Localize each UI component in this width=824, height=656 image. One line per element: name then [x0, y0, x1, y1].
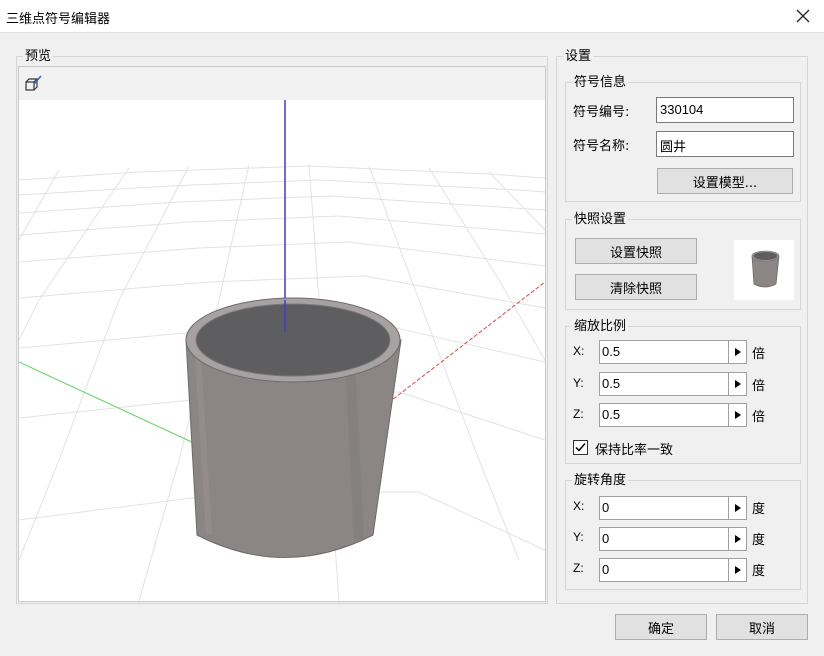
rotation-x-unit: 度	[752, 502, 766, 517]
symbol-code-label: 符号编号:	[573, 105, 630, 120]
scale-z-increment-button[interactable]	[728, 404, 746, 426]
scale-x-unit: 倍	[752, 347, 766, 362]
close-icon	[796, 9, 810, 23]
cylinder-model	[185, 297, 402, 558]
rotation-y-unit: 度	[752, 533, 766, 548]
rotation-z-spinner[interactable]: 0	[599, 558, 747, 582]
scale-x-increment-button[interactable]	[728, 341, 746, 363]
rotation-y-increment-button[interactable]	[728, 528, 746, 550]
rotation-label: 旋转角度	[572, 473, 629, 489]
triangle-right-icon	[734, 535, 741, 543]
triangle-right-icon	[734, 348, 741, 356]
preview-toolbar	[19, 67, 545, 100]
snapshot-label: 快照设置	[572, 212, 629, 228]
clear-snapshot-button[interactable]: 清除快照	[575, 274, 697, 300]
scale-y-label: Y:	[573, 376, 584, 390]
x-axis-line	[378, 281, 545, 411]
rotation-z-label: Z:	[573, 561, 584, 575]
view-cube-icon[interactable]	[24, 75, 42, 93]
scale-y-increment-button[interactable]	[728, 373, 746, 395]
scale-x-label: X:	[573, 344, 585, 358]
keep-ratio-checkbox[interactable]	[573, 440, 588, 455]
scale-x-spinner[interactable]: 0.5	[599, 340, 747, 364]
scale-y-unit: 倍	[752, 379, 766, 394]
rotation-z-increment-button[interactable]	[728, 559, 746, 581]
cancel-button[interactable]: 取消	[716, 614, 808, 640]
set-model-button[interactable]: 设置模型...	[657, 168, 793, 194]
symbol-name-label: 符号名称:	[573, 139, 630, 154]
ok-button[interactable]: 确定	[615, 614, 707, 640]
set-snapshot-button[interactable]: 设置快照	[575, 238, 697, 264]
rotation-y-spinner[interactable]: 0	[599, 527, 747, 551]
settings-label: 设置	[563, 49, 594, 65]
close-button[interactable]	[792, 4, 814, 28]
symbol-info-label: 符号信息	[572, 75, 629, 91]
scale-label: 缩放比例	[572, 319, 629, 335]
triangle-right-icon	[734, 380, 741, 388]
rotation-x-value[interactable]: 0	[602, 497, 609, 519]
triangle-right-icon	[734, 504, 741, 512]
scale-z-spinner[interactable]: 0.5	[599, 403, 747, 427]
rotation-y-value[interactable]: 0	[602, 528, 609, 550]
scale-z-value[interactable]: 0.5	[602, 404, 620, 426]
scale-y-spinner[interactable]: 0.5	[599, 372, 747, 396]
rotation-x-spinner[interactable]: 0	[599, 496, 747, 520]
symbol-code-field[interactable]: 330104	[656, 97, 794, 123]
scale-x-value[interactable]: 0.5	[602, 341, 620, 363]
symbol-name-field[interactable]: 圆井	[656, 131, 794, 157]
triangle-right-icon	[734, 411, 741, 419]
checkmark-icon	[575, 443, 586, 452]
rotation-y-label: Y:	[573, 530, 584, 544]
rotation-x-label: X:	[573, 499, 585, 513]
rotation-z-value[interactable]: 0	[602, 559, 609, 581]
scale-z-unit: 倍	[752, 410, 766, 425]
scale-y-value[interactable]: 0.5	[602, 373, 620, 395]
keep-ratio-label[interactable]: 保持比率一致	[595, 439, 673, 458]
preview-viewport[interactable]	[18, 66, 546, 602]
preview-scene	[19, 100, 545, 601]
y-axis-line	[19, 361, 210, 451]
snapshot-thumbnail	[734, 240, 794, 300]
window-title: 三维点符号编辑器	[6, 12, 111, 27]
title-bar: 三维点符号编辑器	[0, 0, 824, 33]
triangle-right-icon	[734, 566, 741, 574]
scale-z-label: Z:	[573, 407, 584, 421]
rotation-z-unit: 度	[752, 564, 766, 579]
preview-label: 预览	[23, 49, 54, 65]
rotation-x-increment-button[interactable]	[728, 497, 746, 519]
